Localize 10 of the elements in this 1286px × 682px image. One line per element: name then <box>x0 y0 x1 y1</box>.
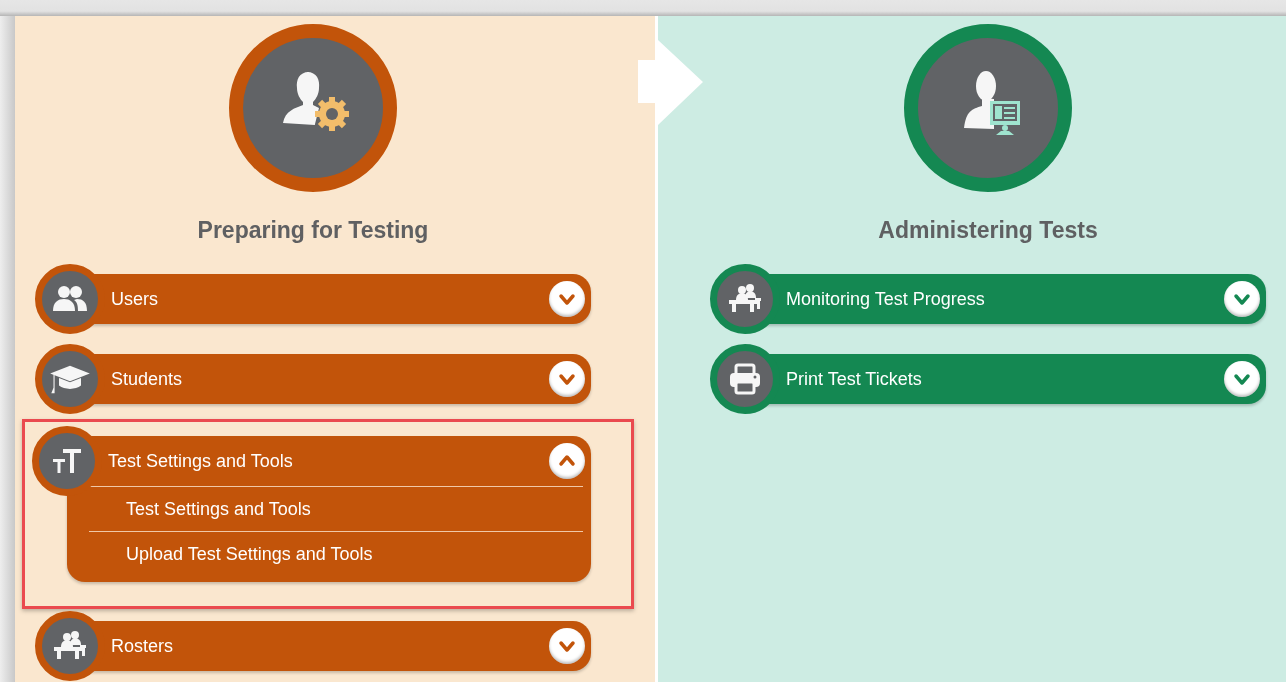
menu-item-label: Rosters <box>111 635 174 657</box>
menu-item-label: Test Settings and Tools <box>108 450 294 472</box>
section-title: Administering Tests <box>878 216 1098 244</box>
section-title: Preparing for Testing <box>197 216 429 244</box>
menu-item-label: Students <box>111 368 184 390</box>
menu-item-label: Monitoring Test Progress <box>786 288 986 310</box>
menu-item-label: Print Test Tickets <box>786 368 923 390</box>
submenu-link[interactable]: Upload Test Settings and Tools <box>89 531 583 576</box>
submenu-link[interactable]: Test Settings and Tools <box>89 486 583 531</box>
menu-item-label: Users <box>111 288 159 310</box>
